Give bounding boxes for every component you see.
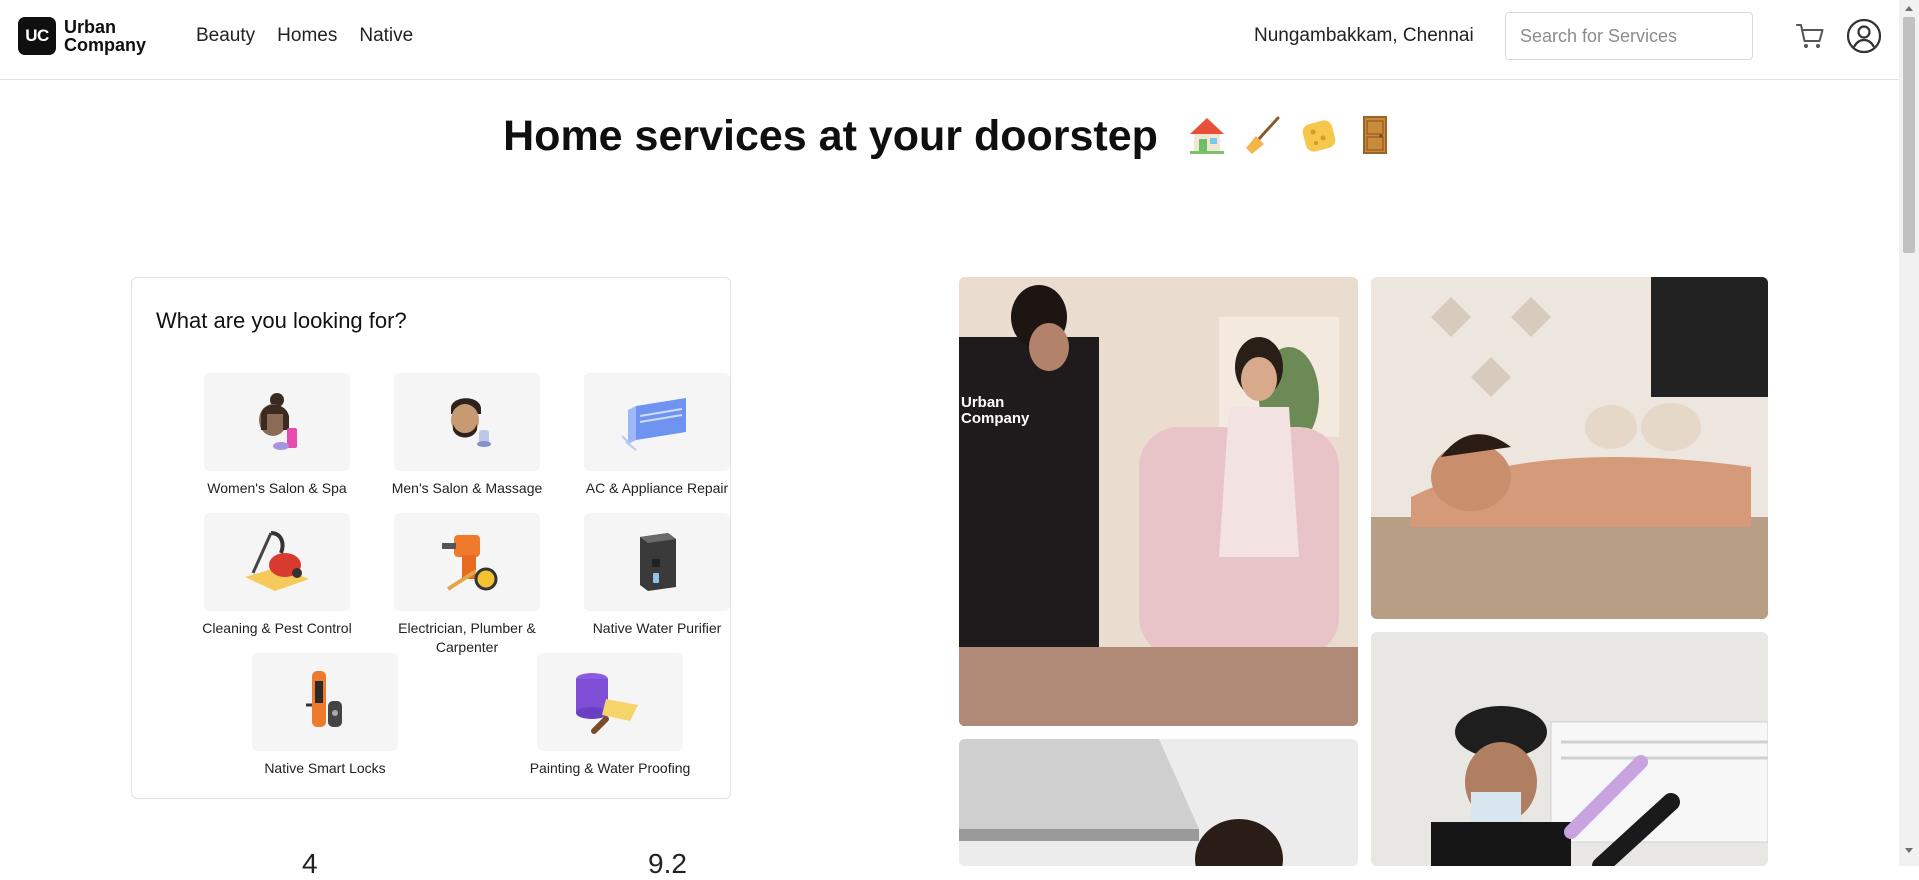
partial-stat-2: 9.2	[648, 848, 687, 879]
service-label: Men's Salon & Massage	[391, 480, 543, 496]
woman-facial-icon	[259, 393, 297, 450]
service-mens-salon[interactable]: Men's Salon & Massage	[372, 373, 562, 498]
service-tile	[204, 513, 350, 611]
services-heading: What are you looking for?	[156, 308, 407, 333]
service-water-purifier[interactable]: Native Water Purifier	[562, 513, 752, 638]
massage-illustration	[1371, 277, 1768, 619]
location-selector[interactable]: Nungambakkam, Chennai	[1254, 25, 1474, 47]
main-nav: Beauty Homes Native	[196, 25, 413, 47]
smart-lock-icon	[306, 671, 342, 727]
drill-tool-icon	[442, 535, 498, 591]
nav-beauty[interactable]: Beauty	[196, 25, 255, 47]
service-label: Native Smart Locks	[264, 760, 386, 776]
page-scrollbar[interactable]	[1899, 0, 1919, 866]
services-card: What are you looking for? Women's Salon …	[131, 277, 731, 799]
service-label: Electrician, Plumber & Carpenter	[398, 620, 536, 655]
logo-text-line2: Company	[64, 35, 147, 55]
nav-homes[interactable]: Homes	[277, 25, 337, 47]
service-label: Native Water Purifier	[592, 620, 722, 636]
service-electrician[interactable]: Electrician, Plumber & Carpenter	[372, 513, 562, 657]
man-grooming-icon	[451, 398, 491, 447]
hero-emojis	[1186, 114, 1396, 156]
nav-native[interactable]: Native	[359, 25, 413, 47]
uc-logo-text[interactable]: Urban Company	[64, 18, 146, 54]
profile-icon[interactable]	[1846, 18, 1882, 54]
service-womens-salon[interactable]: Women's Salon & Spa	[182, 373, 372, 498]
service-tile	[584, 513, 730, 611]
service-ac-repair[interactable]: AC & Appliance Repair	[562, 373, 752, 498]
broom-icon	[1245, 116, 1280, 154]
scroll-down-arrow-icon[interactable]	[1905, 848, 1913, 853]
kitchen-cleaning-photo[interactable]	[959, 739, 1358, 866]
cart-icon[interactable]	[1794, 20, 1826, 52]
service-tile	[394, 373, 540, 471]
uc-logo-mark[interactable]: UC	[18, 17, 56, 55]
ac-repair-illustration	[1371, 632, 1768, 866]
kitchen-illustration	[959, 739, 1358, 866]
service-smart-locks[interactable]: Native Smart Locks	[230, 653, 420, 778]
service-label: AC & Appliance Repair	[585, 480, 729, 496]
service-tile	[584, 373, 730, 471]
vacuum-cleaner-icon	[245, 531, 309, 591]
paint-roller-icon	[576, 673, 638, 734]
service-tile	[394, 513, 540, 611]
service-label: Painting & Water Proofing	[529, 760, 691, 776]
search-input[interactable]	[1505, 12, 1753, 60]
service-painting[interactable]: Painting & Water Proofing	[515, 653, 705, 778]
hero-title-text: Home services at your doorstep	[503, 112, 1158, 160]
ac-repair-photo[interactable]	[1371, 632, 1768, 866]
service-label: Women's Salon & Spa	[207, 480, 347, 496]
logo-text-line1: Urban	[64, 17, 117, 37]
service-tile	[252, 653, 398, 751]
site-header: UC Urban Company Beauty Homes Native Nun…	[0, 0, 1899, 80]
scroll-up-arrow-icon[interactable]	[1905, 6, 1913, 11]
service-cleaning[interactable]: Cleaning & Pest Control	[182, 513, 372, 638]
hero-title: Home services at your doorstep	[0, 112, 1899, 161]
door-icon	[1362, 116, 1387, 154]
sponge-icon	[1302, 120, 1336, 152]
house-icon	[1189, 118, 1224, 154]
scroll-thumb[interactable]	[1903, 17, 1915, 253]
massage-photo[interactable]	[1371, 277, 1768, 619]
women-salon-photo[interactable]: Urban Company	[959, 277, 1358, 726]
women-salon-illustration	[959, 277, 1358, 726]
service-tile	[204, 373, 350, 471]
service-tile	[537, 653, 683, 751]
service-label: Cleaning & Pest Control	[202, 620, 352, 636]
partial-stat-1: 4	[302, 848, 318, 879]
uniform-brand-text: Urban Company	[961, 394, 1030, 427]
ac-unit-icon	[622, 398, 686, 451]
water-purifier-icon	[640, 533, 676, 591]
